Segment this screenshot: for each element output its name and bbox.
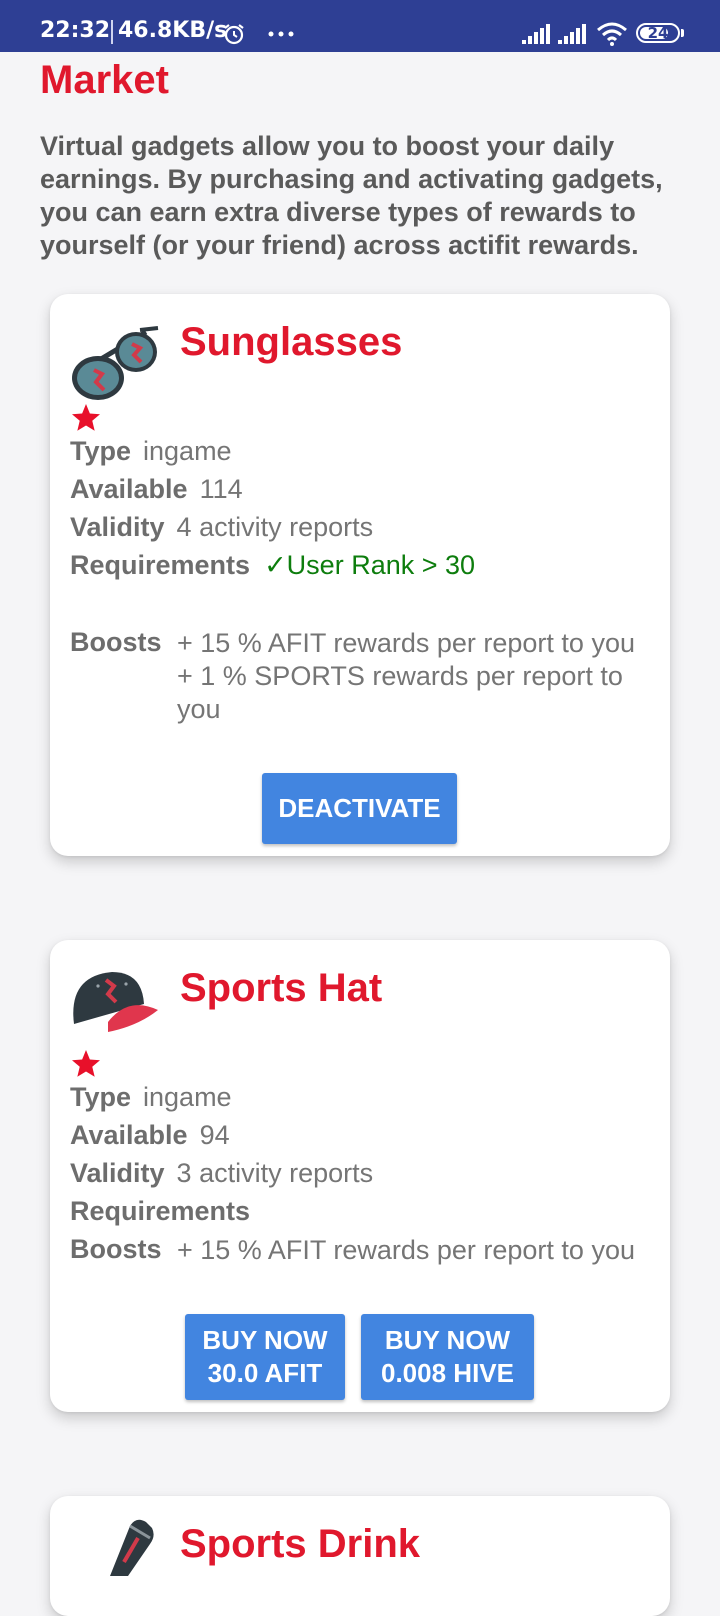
type-label: Type — [70, 436, 132, 466]
star-icon — [72, 404, 100, 431]
buy-afit-line1: BUY NOW — [202, 1325, 328, 1355]
validity-value: 4 activity reports — [176, 512, 374, 542]
buy-hive-price: 0.008 HIVE — [381, 1358, 514, 1388]
buy-hive-line1: BUY NOW — [384, 1325, 511, 1355]
requirements-row: Requirements — [70, 1196, 250, 1227]
buy-afit-button[interactable]: BUY NOW 30.0 AFIT — [185, 1314, 345, 1400]
status-time: 22:32 — [40, 18, 111, 43]
more-dots-icon — [268, 31, 294, 37]
cap-icon — [73, 972, 158, 1032]
status-network-speed: 46.8KB/s — [118, 18, 228, 43]
star-icon — [72, 1050, 100, 1077]
boosts-label: Boosts — [70, 627, 162, 657]
requirement-value: ✓User Rank > 30 — [264, 550, 476, 580]
gadget-title: Sunglasses — [180, 320, 403, 364]
type-label: Type — [70, 1082, 132, 1112]
sunglasses-icon — [72, 326, 159, 400]
type-row: Type ingame — [70, 436, 232, 467]
boost-item: + 15 % AFIT rewards per report to you — [177, 628, 635, 658]
type-value: ingame — [143, 1082, 232, 1112]
validity-value: 3 activity reports — [176, 1158, 374, 1188]
status-divider — [111, 20, 113, 44]
validity-row: Validity 4 activity reports — [70, 512, 373, 543]
type-row: Type ingame — [70, 1082, 232, 1113]
signal-icon — [522, 24, 550, 44]
wifi-icon — [597, 22, 627, 46]
gadget-title: Sports Drink — [180, 1522, 421, 1566]
validity-label: Validity — [70, 1158, 165, 1188]
boost-item: + 15 % AFIT rewards per report to you — [177, 1235, 635, 1265]
gadget-title: Sports Hat — [180, 966, 383, 1010]
gadget-card-sports-drink: Sports Drink — [50, 1496, 670, 1616]
requirements-label: Requirements — [70, 1196, 251, 1226]
buy-afit-price: 30.0 AFIT — [207, 1358, 323, 1388]
available-row: Available 114 — [70, 474, 243, 505]
type-value: ingame — [143, 436, 232, 466]
available-value: 114 — [199, 474, 243, 504]
battery-level: 24 — [647, 24, 669, 42]
gadget-card-sunglasses: Sunglasses Type ingame Available 114 Valid… — [50, 294, 670, 856]
available-value: 94 — [199, 1120, 230, 1150]
page-title: Market — [40, 58, 169, 102]
signal-icon — [558, 24, 586, 44]
deactivate-button[interactable]: DEACTIVATE — [262, 773, 457, 844]
boosts-label: Boosts — [70, 1234, 162, 1264]
available-label: Available — [70, 474, 188, 504]
available-label: Available — [70, 1120, 188, 1150]
validity-label: Validity — [70, 512, 165, 542]
battery-tip — [681, 29, 684, 37]
boosts-list: + 15 % AFIT rewards per report to you — [177, 1234, 657, 1267]
status-bar: 22:32 46.8KB/s 24 — [0, 0, 720, 52]
alarm-icon — [224, 24, 244, 45]
energy-drink-can-icon — [110, 1519, 154, 1576]
available-row: Available 94 — [70, 1120, 230, 1151]
battery-icon: 24 — [636, 23, 680, 43]
requirements-row: Requirements ✓User Rank > 30 — [70, 550, 475, 581]
validity-row: Validity 3 activity reports — [70, 1158, 373, 1189]
boost-item: + 1 % SPORTS rewards per report to you — [177, 661, 623, 724]
gadget-card-sports-hat: Sports Hat Type ingame Available 94 Validi… — [50, 940, 670, 1412]
intro-text: Virtual gadgets allow you to boost your … — [40, 131, 663, 260]
buy-hive-button[interactable]: BUY NOW 0.008 HIVE — [361, 1314, 534, 1400]
requirements-label: Requirements — [70, 550, 251, 580]
boosts-list: + 15 % AFIT rewards per report to you + … — [177, 627, 657, 726]
